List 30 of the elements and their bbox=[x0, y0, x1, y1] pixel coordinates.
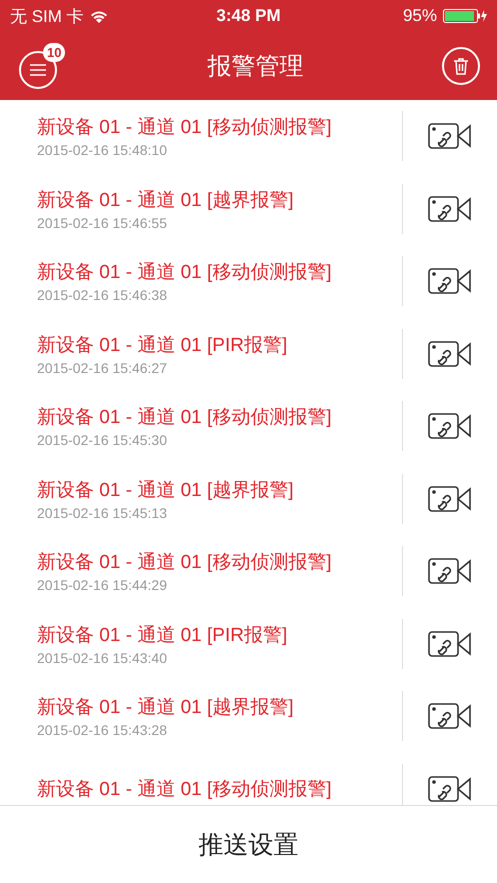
alarm-title: 新设备 01 - 通道 01 [越界报警] bbox=[37, 696, 295, 720]
carrier-label: 无 SIM 卡 bbox=[10, 6, 84, 28]
alarm-time: 2015-02-16 15:46:55 bbox=[37, 214, 168, 231]
alarm-title: 新设备 01 - 通道 01 [越界报警] bbox=[37, 478, 295, 503]
notification-count: 10 bbox=[43, 43, 66, 62]
alarm-title: 新设备 01 - 通道 01 [移动侦测报警] bbox=[37, 778, 333, 802]
alarm-title: 新设备 01 - 通道 01 [PIR报警] bbox=[37, 624, 288, 648]
battery-percent: 95% bbox=[402, 6, 437, 26]
wifi-icon bbox=[90, 10, 108, 22]
alarm-time: 2015-02-16 15:43:40 bbox=[37, 650, 168, 666]
alarm-time: 2015-02-16 15:46:27 bbox=[37, 360, 168, 376]
alarm-title: 新设备 01 - 通道 01 [移动侦测报警] bbox=[37, 551, 333, 576]
battery-icon bbox=[443, 9, 487, 23]
alarm-title: 新设备 01 - 通道 01 [移动侦测报警] bbox=[37, 406, 333, 430]
page-title: 报警管理 bbox=[208, 52, 304, 82]
menu-icon bbox=[29, 63, 47, 77]
delete-button[interactable] bbox=[442, 47, 480, 85]
alarm-time: 2015-02-16 15:45:13 bbox=[37, 504, 168, 521]
alarm-title: 新设备 01 - 通道 01 [越界报警] bbox=[37, 188, 295, 213]
alarm-title: 新设备 01 - 通道 01 [移动侦测报警] bbox=[37, 261, 333, 286]
alarm-time: 2015-02-16 15:48:10 bbox=[37, 142, 168, 158]
alarm-time: 2015-02-16 15:45:30 bbox=[37, 432, 168, 448]
alarm-time: 2015-02-16 15:44:29 bbox=[37, 577, 168, 594]
alarm-time: 2015-02-16 15:46:38 bbox=[37, 287, 168, 304]
alarm-title: 新设备 01 - 通道 01 [PIR报警] bbox=[37, 334, 288, 358]
clock-time: 3:48 PM bbox=[216, 6, 281, 26]
alarm-time: 2015-02-16 15:43:28 bbox=[37, 722, 168, 738]
alarm-title: 新设备 01 - 通道 01 [移动侦测报警] bbox=[37, 116, 333, 140]
trash-icon bbox=[453, 57, 469, 75]
push-settings-button[interactable]: 推送设置 bbox=[192, 827, 304, 862]
